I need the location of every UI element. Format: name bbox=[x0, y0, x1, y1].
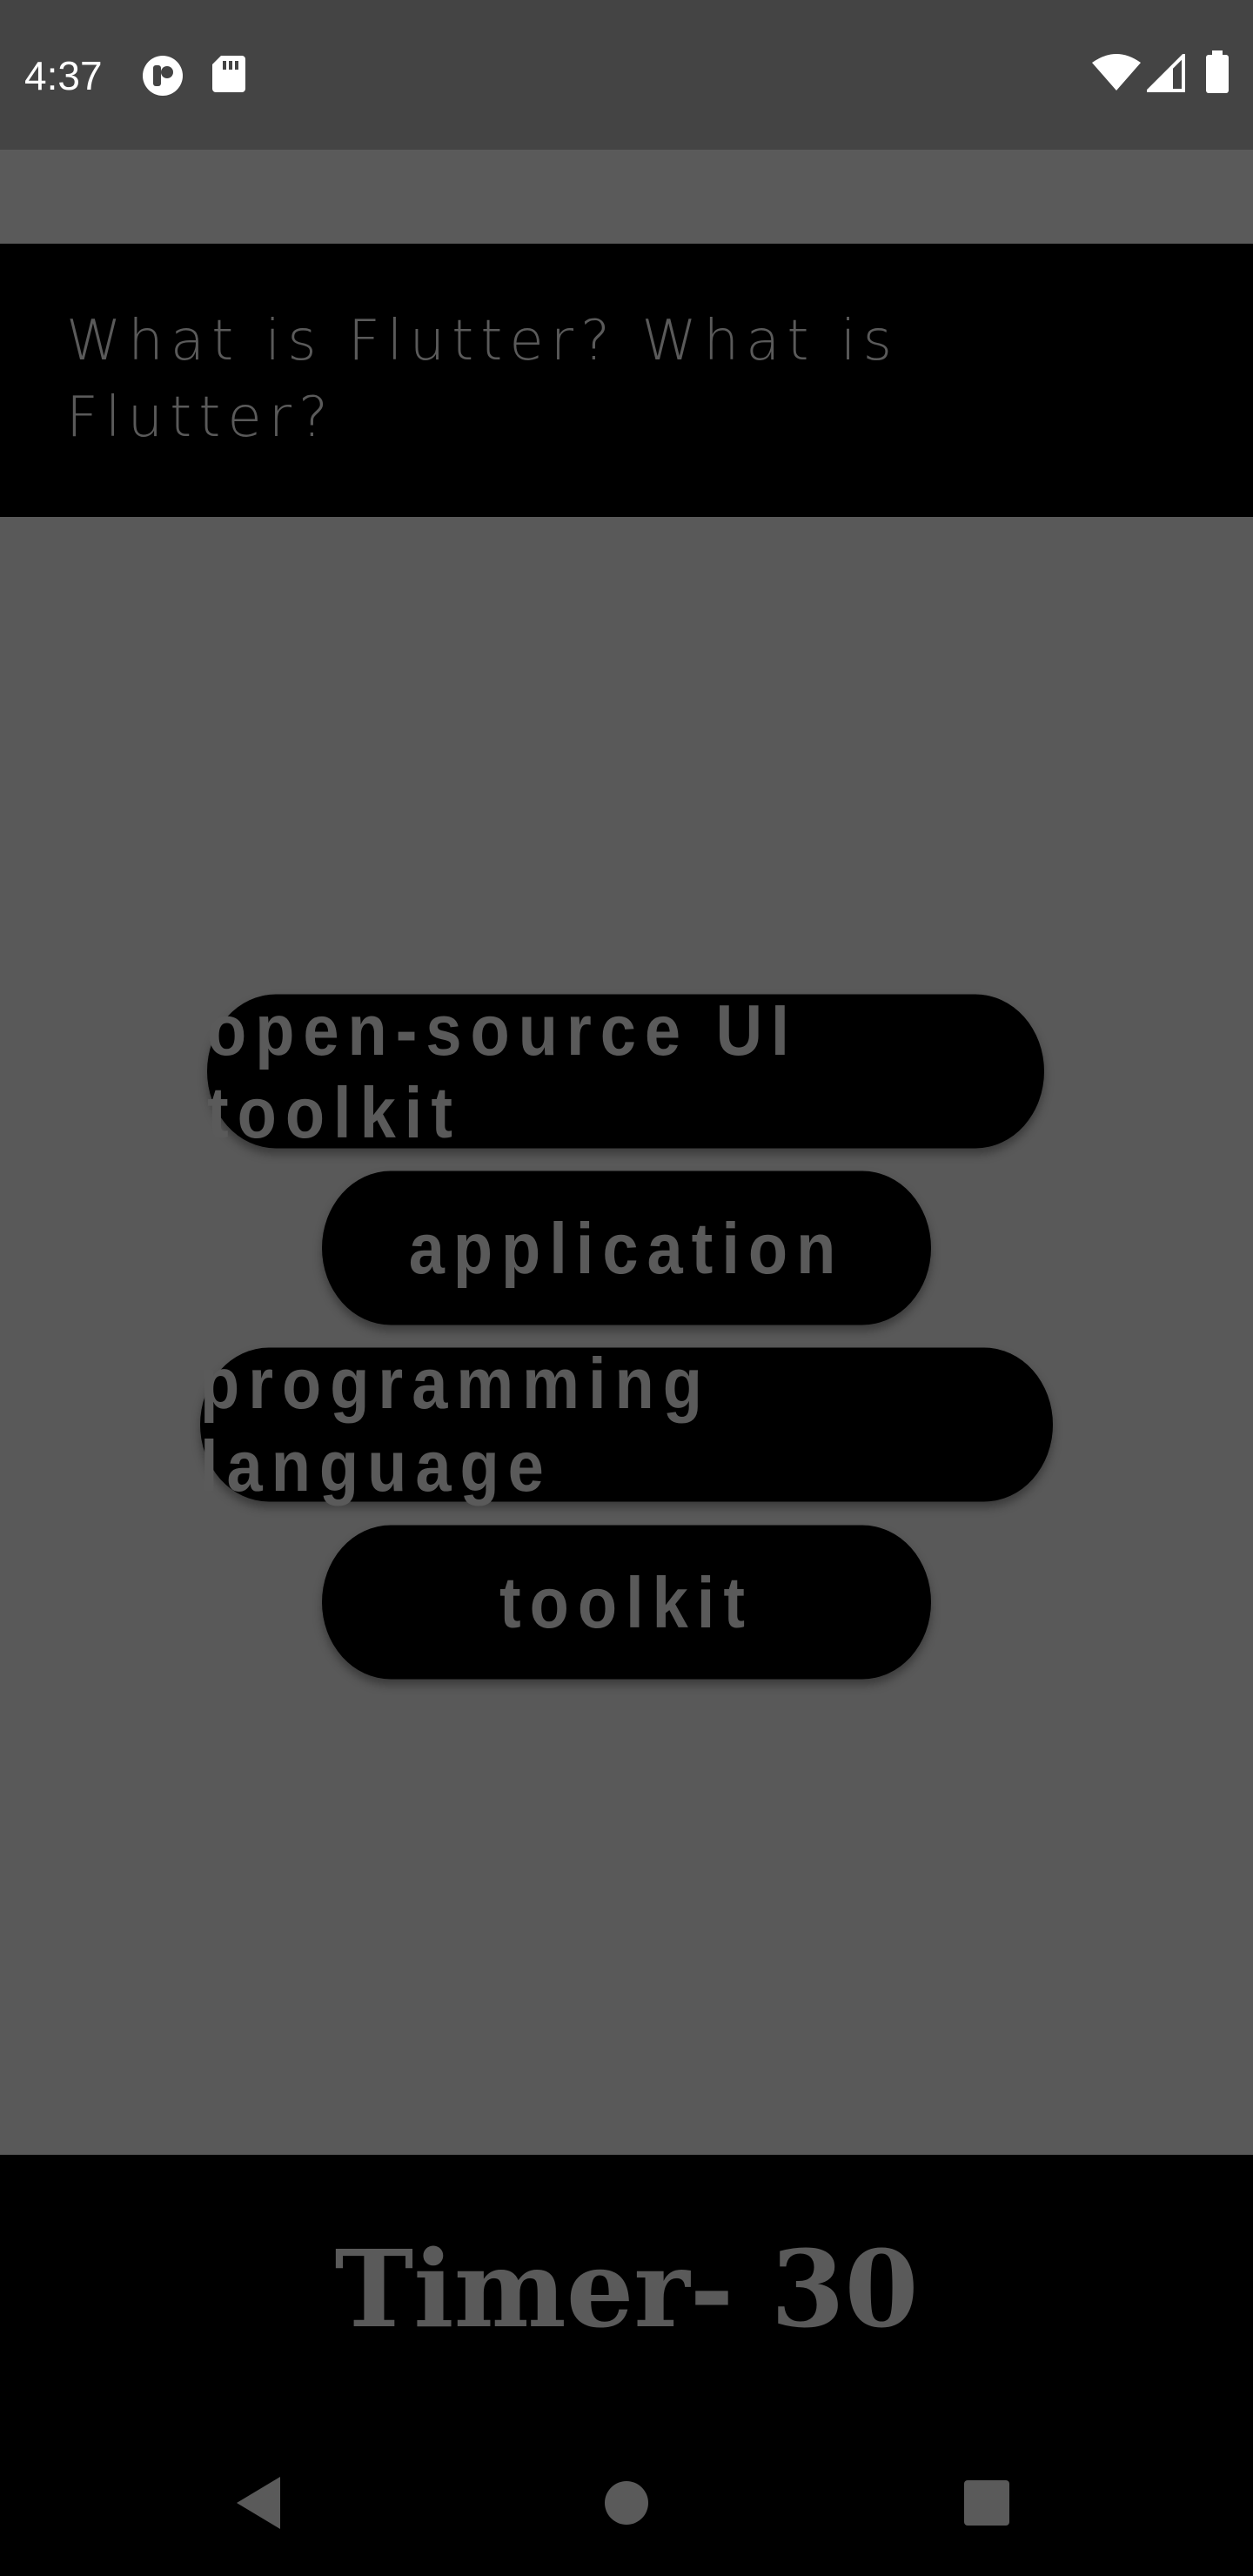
status-time: 4:37 bbox=[24, 53, 103, 98]
status-bar: 4:37 bbox=[0, 0, 1253, 150]
cellular-signal-icon bbox=[1144, 51, 1185, 96]
battery-icon bbox=[1204, 50, 1230, 97]
home-icon[interactable] bbox=[604, 2480, 649, 2529]
question-text: What is Flutter? What is Flutter? bbox=[66, 309, 899, 450]
recents-icon[interactable] bbox=[964, 2480, 1009, 2529]
answer-button-toolkit[interactable]: toolkit bbox=[322, 1525, 931, 1680]
app-bar bbox=[0, 150, 1253, 244]
podcast-app-icon bbox=[141, 54, 184, 97]
answer-button-programming-language[interactable]: programming language bbox=[200, 1343, 1053, 1506]
answer-button-open-source-ui-toolkit[interactable]: open-source UI toolkit bbox=[207, 989, 1044, 1153]
wifi-icon bbox=[1091, 54, 1142, 96]
answer-button-application[interactable]: application bbox=[322, 1171, 931, 1325]
back-icon[interactable] bbox=[235, 2475, 284, 2534]
sd-card-icon bbox=[211, 54, 254, 97]
timer-text: Timer- 30 bbox=[334, 2226, 919, 2351]
